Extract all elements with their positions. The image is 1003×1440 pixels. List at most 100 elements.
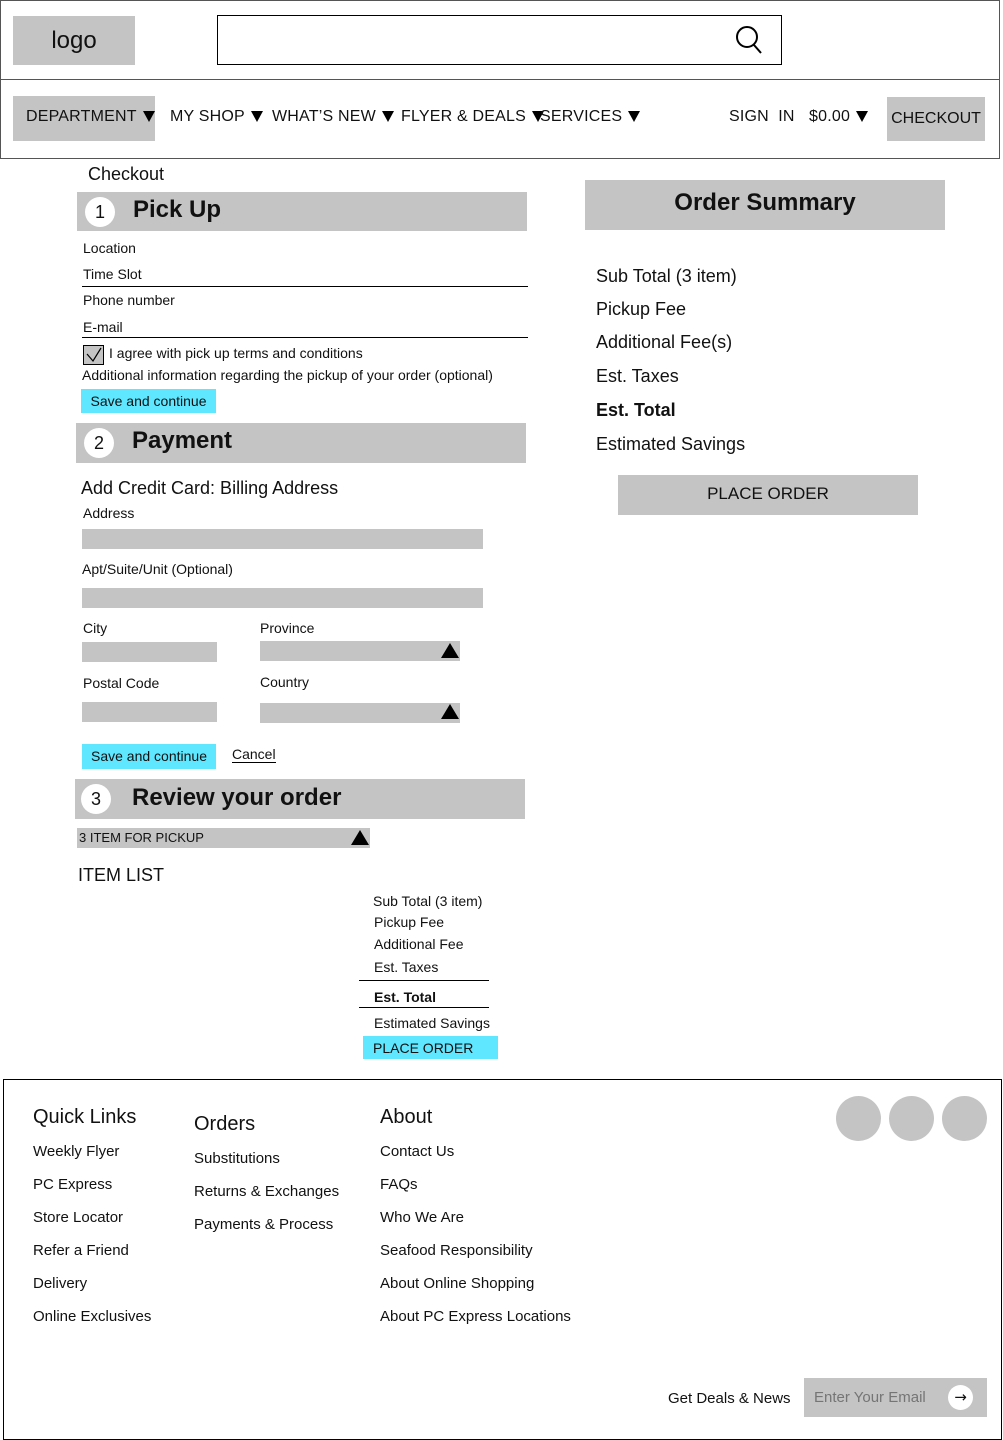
review-section-header[interactable]: 3 Review your order (75, 779, 525, 819)
address-field[interactable] (82, 529, 483, 549)
search-box[interactable] (217, 15, 782, 65)
footer-link-seafood[interactable]: Seafood Responsibility (380, 1242, 533, 1259)
search-icon[interactable] (734, 24, 764, 56)
chevron-down-icon (142, 111, 155, 123)
city-field[interactable] (82, 642, 217, 662)
apt-label: Apt/Suite/Unit (Optional) (82, 561, 233, 577)
footer-link-delivery[interactable]: Delivery (33, 1275, 87, 1292)
order-summary-header: Order Summary (585, 180, 945, 230)
footer-link-weekly-flyer[interactable]: Weekly Flyer (33, 1143, 119, 1160)
nav-department-text: DEPARTMENT (26, 108, 137, 125)
divider (82, 286, 528, 287)
email-input[interactable] (814, 1386, 944, 1408)
agree-checkbox[interactable] (83, 345, 104, 365)
footer-link-who-we-are[interactable]: Who We Are (380, 1209, 464, 1226)
footer-about-title: About (380, 1106, 433, 1128)
time-slot-label[interactable]: Time Slot (83, 266, 142, 282)
newsletter-email-field[interactable]: → (804, 1378, 987, 1417)
checkmark-icon (86, 347, 102, 363)
mini-savings: Estimated Savings (374, 1015, 490, 1031)
save-button-label: Save and continue (91, 748, 207, 764)
section-title: Review your order (132, 784, 342, 811)
footer-link-returns[interactable]: Returns & Exchanges (194, 1183, 339, 1200)
order-summary-title: Order Summary (674, 189, 856, 216)
country-select[interactable] (260, 703, 460, 723)
footer-orders-title: Orders (194, 1113, 256, 1135)
summary-subtotal: Sub Total (3 item) (596, 266, 737, 286)
summary-savings: Estimated Savings (596, 434, 746, 454)
checkout-button-label: CHECKOUT (891, 110, 981, 127)
footer-link-substitutions[interactable]: Substitutions (194, 1150, 280, 1167)
postal-code-field[interactable] (82, 702, 217, 722)
location-label[interactable]: Location (83, 240, 136, 256)
nav-whats-new[interactable]: WHAT’S NEW (272, 108, 394, 126)
footer-link-contact[interactable]: Contact Us (380, 1143, 454, 1160)
arrow-right-icon[interactable]: → (948, 1385, 973, 1410)
nav-flyer-deals[interactable]: FLYER & DEALS (401, 108, 545, 126)
divider (359, 980, 489, 981)
social-icon[interactable] (889, 1096, 934, 1141)
nav-flyer-deals-text: FLYER & DEALS (401, 108, 527, 125)
chevron-down-icon (250, 111, 263, 123)
footer-quick-links-title: Quick Links (33, 1106, 137, 1128)
billing-address-heading: Add Credit Card: Billing Address (81, 478, 339, 498)
save-button-label: Save and continue (90, 393, 207, 409)
postal-code-label: Postal Code (83, 675, 160, 691)
address-label: Address (83, 505, 135, 521)
search-input[interactable] (226, 24, 716, 56)
footer-link-refer-friend[interactable]: Refer a Friend (33, 1242, 129, 1259)
social-icon[interactable] (836, 1096, 881, 1141)
nav-services[interactable]: SERVICES (540, 108, 641, 126)
country-label: Country (260, 674, 310, 690)
email-label[interactable]: E-mail (83, 319, 123, 335)
phone-label[interactable]: Phone number (83, 292, 175, 308)
step-number: 2 (84, 428, 114, 458)
nav-whats-new-text: WHAT’S NEW (272, 108, 376, 125)
nav-department-label[interactable]: DEPARTMENT (26, 108, 155, 126)
place-order-button[interactable]: PLACE ORDER (618, 475, 918, 515)
nav-my-shop[interactable]: MY SHOP (170, 108, 263, 126)
cancel-link[interactable]: Cancel (232, 746, 276, 763)
mini-taxes: Est. Taxes (374, 959, 439, 975)
summary-additional-fees: Additional Fee(s) (596, 332, 733, 352)
footer-link-online-exclusives[interactable]: Online Exclusives (33, 1308, 151, 1325)
province-select[interactable] (260, 641, 460, 661)
pickup-save-button[interactable]: Save and continue (81, 389, 216, 413)
footer-link-pc-express[interactable]: PC Express (33, 1176, 112, 1193)
item-list-heading: ITEM LIST (78, 865, 165, 885)
chevron-down-icon (628, 111, 641, 123)
pickup-section-header[interactable]: 1 Pick Up (77, 192, 527, 231)
additional-info-label[interactable]: Additional information regarding the pic… (82, 367, 493, 383)
section-title: Payment (132, 427, 233, 454)
checkout-button[interactable]: CHECKOUT (887, 97, 985, 141)
step-number: 3 (81, 784, 111, 814)
social-icon[interactable] (942, 1096, 987, 1141)
apt-field[interactable] (82, 588, 483, 608)
place-order-label: PLACE ORDER (373, 1040, 474, 1056)
summary-pickup-fee: Pickup Fee (596, 299, 687, 319)
footer-link-store-locator[interactable]: Store Locator (33, 1209, 123, 1226)
summary-total: Est. Total (596, 400, 676, 420)
place-order-label: PLACE ORDER (707, 484, 829, 503)
mini-place-order-button[interactable]: PLACE ORDER (363, 1036, 498, 1059)
footer-link-pc-express-locations[interactable]: About PC Express Locations (380, 1308, 571, 1325)
cart-total[interactable]: $0.00 (809, 108, 869, 126)
footer-link-payments[interactable]: Payments & Process (194, 1216, 333, 1233)
section-title: Pick Up (133, 196, 222, 223)
payment-section-header[interactable]: 2 Payment (76, 423, 526, 463)
city-label: City (83, 620, 108, 636)
payment-save-button[interactable]: Save and continue (82, 744, 216, 769)
chevron-down-icon (856, 111, 869, 123)
footer-link-online-shopping[interactable]: About Online Shopping (380, 1275, 534, 1292)
mini-additional-fee: Additional Fee (374, 936, 464, 952)
mini-pickup-fee: Pickup Fee (374, 914, 445, 930)
divider (359, 1007, 489, 1008)
logo[interactable]: logo (13, 16, 135, 65)
step-number: 1 (85, 197, 115, 227)
pickup-items-dropdown[interactable]: 3 ITEM FOR PICKUP (77, 828, 370, 848)
sign-in-link[interactable]: SIGN IN (729, 108, 795, 126)
chevron-up-icon (351, 830, 369, 845)
footer-link-faqs[interactable]: FAQs (380, 1176, 418, 1193)
cart-total-text: $0.00 (809, 108, 851, 125)
newsletter-label: Get Deals & News (668, 1390, 791, 1407)
